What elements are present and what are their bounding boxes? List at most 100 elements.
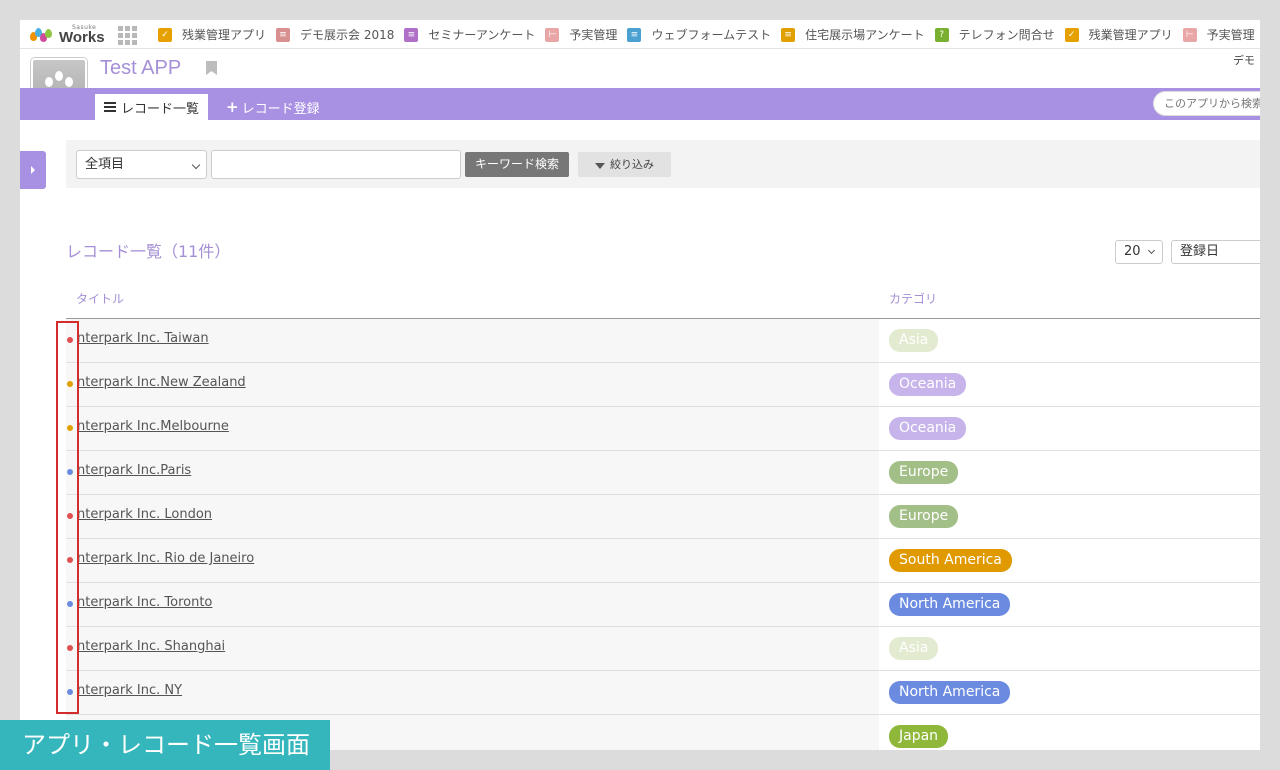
category-badge: Oceania: [889, 417, 967, 440]
filter-button-label: 絞り込み: [610, 158, 654, 171]
filter-bar: 全項目 キーワード検索 絞り込み: [66, 140, 1260, 188]
app-shortcut-icon: ≡: [781, 27, 796, 42]
app-shortcut[interactable]: ≡ デモ展示会 2018: [276, 26, 394, 43]
category-cell: Europe: [879, 451, 1260, 494]
tab-record-add-label: レコード登録: [241, 101, 320, 117]
app-grid-icon[interactable]: [118, 26, 137, 45]
category-badge: South America: [889, 549, 1012, 572]
category-cell: Oceania: [879, 407, 1260, 450]
sort-value: 登録日: [1180, 244, 1220, 259]
logo-drops-icon: [30, 28, 54, 44]
status-dot-highlight: [56, 321, 79, 714]
table-row: nterpark Inc. NY North America: [66, 671, 1260, 715]
category-cell: South America: [879, 539, 1260, 582]
works-logo[interactable]: Sasuke Works: [30, 24, 110, 46]
table-row: nterpark Inc.New Zealand Oceania: [66, 363, 1260, 407]
list-icon: [103, 102, 116, 112]
sidebar-toggle-button[interactable]: [20, 151, 46, 189]
category-badge: Europe: [889, 505, 959, 528]
category-badge: Europe: [889, 461, 959, 484]
category-badge: Oceania: [889, 373, 967, 396]
record-title-link[interactable]: nterpark Inc.New Zealand: [77, 375, 246, 390]
category-badge: North America: [889, 593, 1011, 616]
record-table: nterpark Inc. Taiwan Asia nterpark Inc.New…: [66, 319, 1260, 750]
app-shortcut-icon: ⊢: [545, 27, 560, 42]
column-header-category[interactable]: カテゴリ: [889, 290, 937, 307]
app-shortcut-icon: ⊢: [1182, 27, 1197, 42]
bookmark-icon[interactable]: [206, 61, 217, 75]
field-select-value: 全項目: [85, 157, 125, 172]
app-shortcut[interactable]: ≡ 住宅展示場アンケート: [781, 26, 925, 43]
app-shortcut[interactable]: ⊢ 予実管理: [1182, 26, 1255, 43]
caption-banner: アプリ・レコード一覧画面: [0, 720, 330, 770]
app-shortcuts: ✓ 残業管理アプリ ≡ デモ展示会 2018 ≡ セミナーアンケート ⊢ 予実管理 ≡ ウェブフォ…: [158, 20, 1260, 48]
app-shortcut-icon: ≡: [627, 27, 642, 42]
app-shortcut-label: 予実管理: [569, 28, 618, 42]
chevron-right-icon: [31, 166, 35, 174]
tab-record-list[interactable]: レコード一覧: [95, 94, 208, 120]
record-title-link[interactable]: nterpark Inc. London: [77, 507, 212, 522]
app-shortcut[interactable]: ✓ 残業管理アプリ: [158, 26, 266, 43]
app-shortcut-label: 残業管理アプリ: [182, 28, 267, 42]
category-cell: Japan: [879, 715, 1260, 750]
app-shortcut[interactable]: ⊢ 予実管理: [545, 26, 617, 43]
per-page-select[interactable]: 20: [1115, 240, 1163, 264]
record-title-link[interactable]: nterpark Inc.Melbourne: [77, 419, 229, 434]
keyword-input[interactable]: [211, 150, 461, 179]
funnel-icon: [595, 163, 605, 169]
per-page-value: 20: [1124, 244, 1141, 259]
record-title-link[interactable]: nterpark Inc. Taiwan: [77, 331, 209, 346]
app-shortcut[interactable]: ? テレフォン問合せ: [934, 26, 1055, 43]
app-shortcut-icon: ✓: [1064, 27, 1079, 42]
table-row: nterpark Inc. Taiwan Asia: [66, 319, 1260, 363]
app-shortcut-icon: ≡: [276, 27, 291, 42]
app-shortcut[interactable]: ≡ セミナーアンケート: [404, 26, 535, 43]
record-title-link[interactable]: nterpark Inc. Shanghai: [77, 639, 225, 654]
record-title-link[interactable]: nterpark Inc.Paris: [77, 463, 191, 478]
app-shortcut-label: テレフォン問合せ: [958, 28, 1055, 42]
record-title-link[interactable]: nterpark Inc. Rio de Janeiro: [77, 551, 254, 566]
category-cell: Asia: [879, 627, 1260, 670]
filter-button[interactable]: 絞り込み: [578, 152, 671, 177]
tab-record-list-label: レコード一覧: [120, 101, 199, 117]
app-shortcut-label: 予実管理: [1206, 28, 1255, 42]
app-shortcut-label: ウェブフォームテスト: [651, 28, 772, 42]
chevron-down-icon: [1147, 246, 1156, 255]
keyword-search-button[interactable]: キーワード検索: [465, 152, 569, 177]
app-shortcut[interactable]: ≡ ウェブフォームテスト: [627, 26, 771, 43]
table-row: nterpark Inc. Toronto North America: [66, 583, 1260, 627]
app-shortcut-icon: ≡: [404, 27, 419, 42]
record-title-link[interactable]: nterpark Inc. Toronto: [77, 595, 212, 610]
plus-icon: +: [226, 98, 239, 116]
tab-record-add[interactable]: + レコード登録: [226, 94, 320, 120]
category-cell: North America: [879, 583, 1260, 626]
record-title-link[interactable]: nterpark Inc. NY: [77, 683, 182, 698]
table-row: nterpark Inc. Rio de Janeiro South Americ…: [66, 539, 1260, 583]
category-badge: North America: [889, 681, 1011, 704]
sort-select[interactable]: 登録日: [1171, 240, 1260, 264]
app-window: Sasuke Works ✓ 残業管理アプリ ≡ デモ展示会 2018 ≡ セミナーアンケ…: [20, 20, 1260, 750]
top-app-bar: Sasuke Works ✓ 残業管理アプリ ≡ デモ展示会 2018 ≡ セミナーアンケ…: [20, 20, 1260, 49]
app-shortcut-label: 住宅展示場アンケート: [805, 28, 925, 42]
category-cell: Europe: [879, 495, 1260, 538]
logo-wordmark: Works: [59, 29, 105, 46]
app-shortcut[interactable]: ✓ 残業管理アプリ: [1064, 26, 1173, 43]
category-cell: Oceania: [879, 363, 1260, 406]
app-shortcut-label: セミナーアンケート: [428, 28, 536, 42]
field-select[interactable]: 全項目: [76, 150, 207, 179]
user-name[interactable]: デモ: [1233, 52, 1255, 68]
chevron-down-icon: [191, 160, 201, 170]
column-header-title[interactable]: タイトル: [76, 290, 124, 307]
category-cell: North America: [879, 671, 1260, 714]
table-row: nterpark Inc. Shanghai Asia: [66, 627, 1260, 671]
app-title: Test APP: [100, 57, 182, 79]
list-title: レコード一覧（11件）: [66, 242, 231, 261]
app-shortcut-icon: ✓: [158, 27, 172, 42]
category-badge: Asia: [889, 637, 939, 660]
category-cell: Asia: [879, 319, 1260, 362]
app-search-input[interactable]: [1153, 91, 1260, 116]
category-badge: Asia: [889, 329, 939, 352]
category-badge: Japan: [889, 725, 949, 748]
table-row: nterpark Inc.Melbourne Oceania: [66, 407, 1260, 451]
app-shortcut-label: 残業管理アプリ: [1088, 28, 1173, 42]
